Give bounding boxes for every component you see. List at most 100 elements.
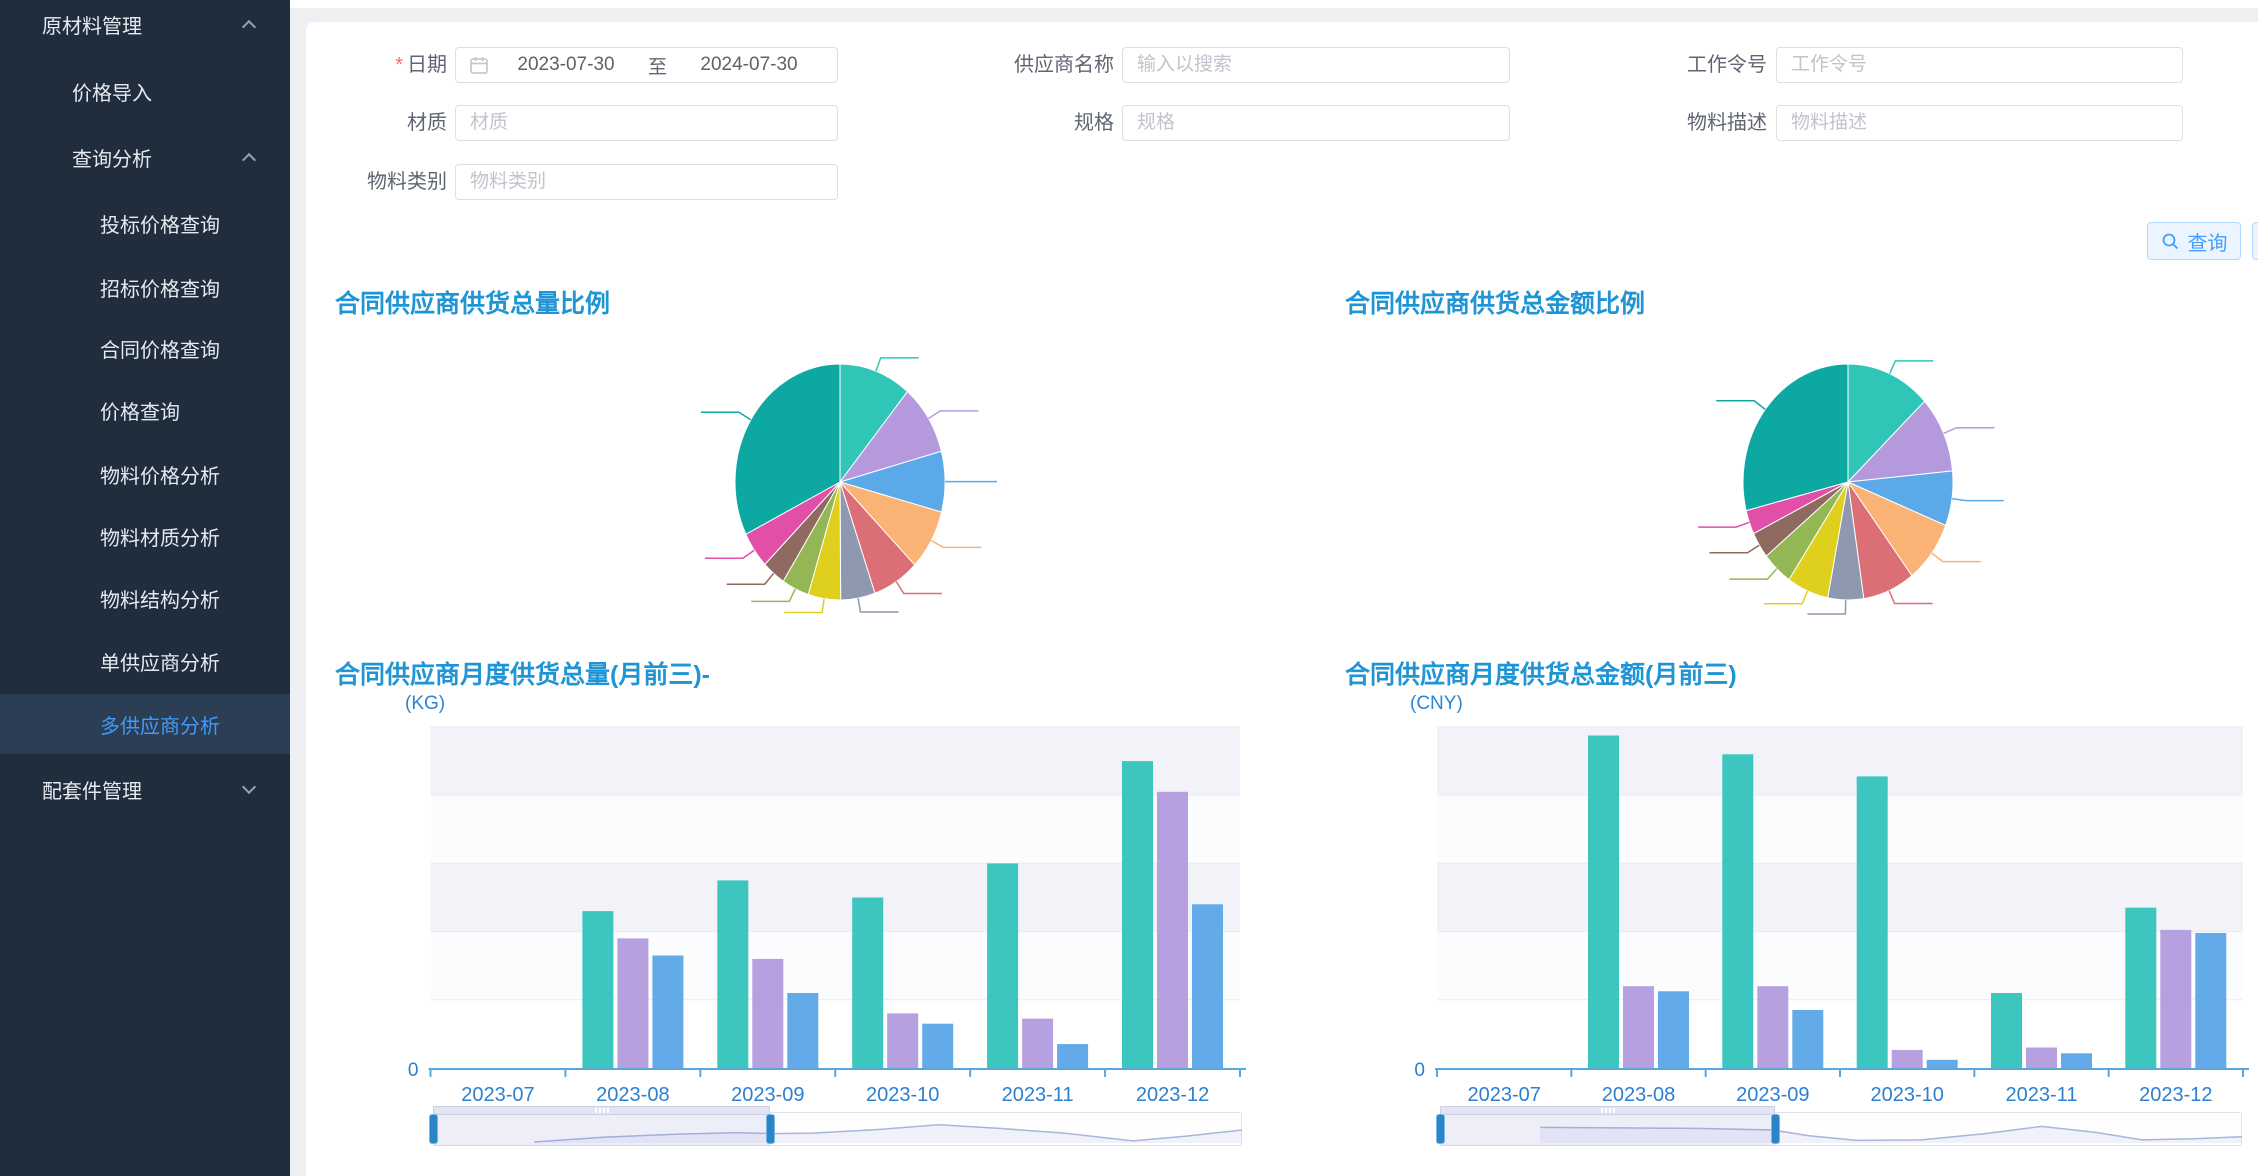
bar-series-blue-2023-10[interactable] — [1927, 1060, 1958, 1068]
sidebar-item-7[interactable]: 物料价格分析 — [0, 444, 290, 504]
bar-series-blue-2023-09[interactable] — [1792, 1010, 1823, 1068]
bar-series-teal-2023-08[interactable] — [582, 911, 613, 1068]
datazoom-left-handle-1[interactable] — [1436, 1114, 1445, 1144]
sidebar-item-10[interactable]: 单供应商分析 — [0, 631, 290, 691]
pie-label-leader-line — [1716, 401, 1765, 410]
sidebar-item-11[interactable]: 多供应商分析 — [0, 694, 290, 754]
sidebar-item-1[interactable]: 价格导入 — [0, 61, 290, 121]
bar-series-purple-2023-12[interactable] — [1157, 792, 1188, 1068]
x-axis-label: 2023-09 — [1736, 1084, 1809, 1106]
plot-band — [1437, 932, 2243, 1000]
bar-series-teal-2023-08[interactable] — [1588, 736, 1619, 1069]
x-axis-label: 2023-07 — [1467, 1084, 1540, 1106]
date-start-value[interactable]: 2023-07-30 — [490, 54, 642, 76]
bar-series-blue-2023-12[interactable] — [1192, 904, 1223, 1068]
x-axis-label: 2023-09 — [731, 1084, 804, 1106]
pie-chart-quantity — [600, 330, 1080, 645]
bar-series-purple-2023-08[interactable] — [617, 938, 648, 1068]
date-separator: 至 — [642, 52, 673, 79]
sidebar-item-0[interactable]: 原材料管理 — [0, 0, 290, 54]
spec-input[interactable] — [1122, 105, 1510, 141]
sidebar-item-label: 物料材质分析 — [100, 522, 220, 551]
bar-series-teal-2023-12[interactable] — [1122, 761, 1153, 1068]
sidebar-item-6[interactable]: 价格查询 — [0, 380, 290, 440]
pie-label-leader-line — [858, 598, 898, 612]
bar-series-blue-2023-11[interactable] — [2061, 1053, 2092, 1068]
x-axis-label: 2023-08 — [1602, 1084, 1675, 1106]
bar-series-purple-2023-11[interactable] — [2026, 1048, 2057, 1069]
plot-band — [1437, 863, 2243, 931]
pie-label-leader-line — [1890, 361, 1934, 374]
chevron-down-icon — [242, 780, 256, 794]
sidebar-item-3[interactable]: 投标价格查询 — [0, 193, 290, 253]
datazoom-move-handle-0[interactable] — [433, 1106, 770, 1115]
sidebar-item-label: 价格查询 — [100, 396, 180, 425]
bar-series-purple-2023-12[interactable] — [2160, 930, 2191, 1068]
bar-series-purple-2023-10[interactable] — [1892, 1050, 1923, 1068]
x-axis-label: 2023-10 — [866, 1084, 939, 1106]
bar-series-blue-2023-08[interactable] — [1658, 991, 1689, 1068]
query-button[interactable]: 查询 — [2147, 222, 2241, 260]
bar-series-teal-2023-10[interactable] — [1857, 776, 1888, 1068]
bar-series-blue-2023-08[interactable] — [652, 956, 683, 1069]
query-button-label: 查询 — [2188, 227, 2228, 256]
bar-series-blue-2023-09[interactable] — [787, 993, 818, 1068]
material-input[interactable] — [455, 105, 838, 141]
material-category-input[interactable] — [455, 164, 838, 200]
datazoom-selection-1[interactable] — [1440, 1112, 1775, 1146]
supplier-input[interactable] — [1122, 47, 1510, 83]
bar-series-purple-2023-09[interactable] — [752, 959, 783, 1068]
pie-label-leader-line — [1952, 499, 2004, 501]
pie-label-leader-line — [1889, 591, 1933, 604]
content-top-strip — [290, 0, 2258, 8]
sidebar-item-9[interactable]: 物料结构分析 — [0, 568, 290, 628]
datazoom-right-handle-0[interactable] — [766, 1114, 775, 1144]
sidebar-item-5[interactable]: 合同价格查询 — [0, 318, 290, 378]
datazoom-move-handle-1[interactable] — [1440, 1106, 1775, 1115]
bar-series-blue-2023-11[interactable] — [1057, 1044, 1088, 1068]
date-end-value[interactable]: 2024-07-30 — [673, 54, 825, 76]
bar-series-teal-2023-11[interactable] — [1991, 993, 2022, 1068]
pie-label-leader-line — [876, 358, 919, 371]
bar-series-teal-2023-09[interactable] — [1722, 754, 1753, 1068]
pie-label-leader-line — [701, 412, 751, 419]
bar-series-teal-2023-11[interactable] — [987, 863, 1018, 1068]
sidebar-item-4[interactable]: 招标价格查询 — [0, 257, 290, 317]
bar-series-blue-2023-12[interactable] — [2195, 933, 2226, 1068]
pie-label-leader-line — [896, 582, 942, 594]
sidebar-item-label: 多供应商分析 — [100, 710, 220, 739]
y-axis-zero-label: 0 — [408, 1060, 419, 1081]
x-axis-label: 2023-12 — [1136, 1084, 1209, 1106]
pie-label-leader-line — [727, 573, 774, 584]
sidebar-item-12[interactable]: 配套件管理 — [0, 759, 290, 819]
pie-amount-title: 合同供应商供货总金额比例 — [1345, 284, 1645, 320]
date-label: *日期 — [277, 47, 447, 83]
bar-series-teal-2023-10[interactable] — [852, 898, 883, 1069]
pie-label-leader-line — [1710, 545, 1760, 553]
sidebar-item-8[interactable]: 物料材质分析 — [0, 506, 290, 566]
bar-series-purple-2023-11[interactable] — [1022, 1019, 1053, 1068]
bar-series-teal-2023-12[interactable] — [2125, 908, 2156, 1068]
bar-series-purple-2023-08[interactable] — [1623, 986, 1654, 1068]
material-desc-input[interactable] — [1776, 105, 2183, 141]
sidebar-item-label: 查询分析 — [72, 143, 152, 172]
sidebar-item-label: 招标价格查询 — [100, 273, 220, 302]
clipped-button-partial[interactable] — [2252, 222, 2258, 260]
bar-chart-quantity: 02023-072023-082023-092023-102023-112023… — [390, 715, 1270, 1110]
x-axis-label: 2023-12 — [2139, 1084, 2212, 1106]
bar-series-purple-2023-10[interactable] — [887, 1013, 918, 1068]
datazoom-selection-0[interactable] — [433, 1112, 770, 1146]
sidebar-item-label: 合同价格查询 — [100, 334, 220, 363]
date-range-input[interactable]: 2023-07-30 至 2024-07-30 — [455, 47, 838, 83]
work-order-input[interactable] — [1776, 47, 2183, 83]
datazoom-right-handle-1[interactable] — [1771, 1114, 1780, 1144]
pie-label-leader-line — [1944, 428, 1995, 434]
bar-series-purple-2023-09[interactable] — [1757, 986, 1788, 1068]
sidebar-item-label: 单供应商分析 — [100, 647, 220, 676]
bar-series-teal-2023-09[interactable] — [717, 880, 748, 1068]
bar-amount-unit: (CNY) — [1410, 693, 1463, 715]
sidebar-item-2[interactable]: 查询分析 — [0, 127, 290, 187]
bar-series-blue-2023-10[interactable] — [922, 1024, 953, 1068]
datazoom-left-handle-0[interactable] — [429, 1114, 438, 1144]
plot-band — [1437, 1000, 2243, 1068]
